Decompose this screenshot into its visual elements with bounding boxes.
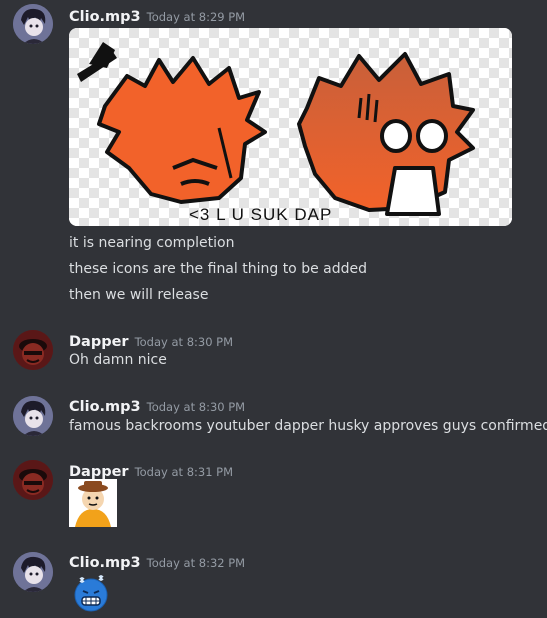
- timestamp: Today at 8:30 PM: [134, 335, 234, 349]
- message-text: these icons are the final thing to be ad…: [69, 261, 367, 277]
- avatar[interactable]: [13, 4, 53, 44]
- username[interactable]: Clio.mp3: [69, 399, 141, 415]
- avatar[interactable]: [13, 552, 53, 592]
- message-header: Dapper Today at 8:30 PM: [69, 331, 233, 350]
- image-attachment[interactable]: <3 L U SUK DAP: [69, 28, 512, 226]
- timestamp: Today at 8:29 PM: [146, 10, 246, 24]
- message-header: Clio.mp3 Today at 8:29 PM: [69, 6, 245, 25]
- message-header: Clio.mp3 Today at 8:30 PM: [69, 396, 245, 415]
- cartoon-character-sticker[interactable]: [69, 479, 117, 527]
- message-text: famous backrooms youtuber dapper husky a…: [69, 418, 547, 434]
- avatar[interactable]: [13, 330, 53, 370]
- avatar[interactable]: [13, 396, 53, 436]
- username[interactable]: Clio.mp3: [69, 9, 141, 25]
- message-text: Oh damn nice: [69, 352, 167, 368]
- username[interactable]: Clio.mp3: [69, 555, 141, 571]
- avatar[interactable]: [13, 460, 53, 500]
- message-header: Dapper Today at 8:31 PM: [69, 461, 233, 480]
- timestamp: Today at 8:31 PM: [134, 465, 234, 479]
- cold-face-emoji-icon[interactable]: [72, 574, 110, 612]
- message-text: then we will release: [69, 287, 209, 303]
- username[interactable]: Dapper: [69, 334, 129, 350]
- message-header: Clio.mp3 Today at 8:32 PM: [69, 552, 245, 571]
- timestamp: Today at 8:32 PM: [146, 556, 246, 570]
- username[interactable]: Dapper: [69, 464, 129, 480]
- message-text: it is nearing completion: [69, 235, 235, 251]
- image-caption: <3 L U SUK DAP: [189, 205, 332, 224]
- timestamp: Today at 8:30 PM: [146, 400, 246, 414]
